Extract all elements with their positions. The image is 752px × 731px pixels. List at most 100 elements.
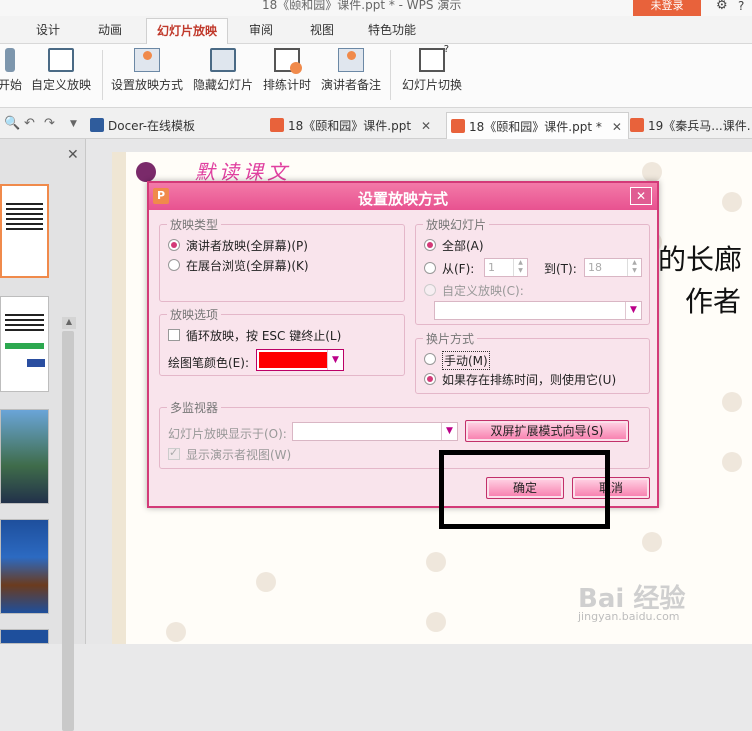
use-timings-label: 如果存在排练时间，则使用它(U): [442, 373, 617, 387]
tab-special-features[interactable]: 特色功能: [368, 21, 416, 38]
hide-slide-button[interactable]: 隐藏幻灯片: [191, 48, 255, 93]
spinner-arrows-icon[interactable]: ▲ ▼: [513, 259, 527, 276]
from-label: 从(F):: [442, 262, 475, 276]
doc-tab-3[interactable]: 19《秦兵马...课件.: [626, 112, 752, 139]
watermark-seal: [256, 572, 276, 592]
slide-thumbnail[interactable]: [0, 629, 49, 644]
pen-color-picker[interactable]: ▼: [256, 349, 344, 371]
gear-icon[interactable]: ⚙: [716, 0, 730, 14]
custom-show-button[interactable]: 自定义放映: [30, 48, 92, 93]
spinner-arrows-icon[interactable]: ▲ ▼: [627, 259, 641, 276]
show-options-group: 放映选项 循环放映，按 ESC 键终止(L) 绘图笔颜色(E): ▼: [159, 306, 405, 376]
school-logo-icon: [136, 162, 156, 182]
doc-tab-label: 18《颐和园》课件.ppt: [288, 119, 412, 133]
scroll-up-icon[interactable]: ▲: [62, 317, 76, 329]
baidu-watermark-url: jingyan.baidu.com: [578, 610, 680, 623]
slide-thumbnail[interactable]: [0, 409, 49, 504]
display-on-select[interactable]: ▼: [292, 422, 458, 441]
hide-slide-label: 隐藏幻灯片: [192, 78, 253, 92]
chevron-down-icon[interactable]: ▼: [327, 350, 343, 370]
rehearse-timings-button[interactable]: 排练计时: [262, 48, 312, 93]
doc-tab-label: 18《颐和园》课件.ppt *: [469, 120, 602, 134]
chevron-down-icon[interactable]: ▼: [625, 302, 641, 319]
scrollbar-thumb[interactable]: [62, 331, 74, 731]
thumbnail-content: [6, 200, 43, 230]
show-slides-group: 放映幻灯片 全部(A) 从(F): 1 ▲ ▼ 到(T): 18 ▲ ▼ 自定义放映…: [415, 216, 650, 325]
ppt-file-icon: [270, 118, 284, 132]
group-title: 换片方式: [423, 330, 478, 347]
annotation-highlight-box: [439, 450, 610, 529]
screen-icon: [48, 48, 74, 72]
redo-icon[interactable]: ↷: [44, 116, 55, 131]
play-icon: [5, 48, 15, 72]
doc-tab-label: Docer-在线模板: [108, 119, 196, 133]
thumbnail-content: [5, 311, 44, 333]
watermark-seal: [722, 452, 742, 472]
setup-show-label: 设置放映方式: [110, 78, 183, 92]
custom-show-select[interactable]: ▼: [434, 301, 642, 320]
to-label: 到(T):: [544, 262, 577, 276]
slide-thumbnail[interactable]: [0, 296, 49, 392]
pen-color-swatch: [259, 352, 327, 368]
all-slides-radio[interactable]: [424, 239, 436, 251]
window-title: 18《颐和园》课件.ppt * - WPS 演示: [262, 0, 462, 12]
close-icon[interactable]: ✕: [67, 147, 79, 163]
close-icon[interactable]: ✕: [630, 187, 652, 205]
presenter-icon: [338, 48, 364, 72]
watermark-seal: [722, 392, 742, 412]
presenter-fullscreen-radio[interactable]: [168, 239, 180, 251]
question-icon[interactable]: ?: [738, 0, 752, 14]
use-timings-radio[interactable]: [424, 373, 436, 385]
ppt-file-icon: [451, 119, 465, 133]
from-slide-input[interactable]: 1 ▲ ▼: [484, 258, 528, 277]
hide-slide-icon: [210, 48, 236, 72]
close-icon[interactable]: ✕: [421, 119, 431, 133]
from-slide-radio[interactable]: [424, 262, 436, 274]
slide-transition-button[interactable]: 幻灯片切换: [401, 44, 463, 93]
speaker-notes-label: 演讲者备注: [320, 78, 381, 92]
display-on-label: 幻灯片放映显示于(O):: [168, 427, 287, 441]
dual-screen-wizard-button[interactable]: 双屏扩展模式向导(S): [465, 420, 629, 442]
show-type-group: 放映类型 演讲者放映(全屏幕)(P) 在展台浏览(全屏幕)(K): [159, 216, 405, 302]
to-slide-input[interactable]: 18 ▲ ▼: [584, 258, 642, 277]
dropdown-icon[interactable]: ▼: [70, 119, 77, 129]
transition-icon: [419, 44, 449, 72]
setup-show-button[interactable]: 设置放映方式: [110, 48, 184, 93]
slide-thumbnail[interactable]: [0, 519, 49, 614]
presenter-fullscreen-label: 演讲者放映(全屏幕)(P): [186, 239, 308, 253]
document-tabs: 🔍 ↶ ↷ ▼ Docer-在线模板 18《颐和园》课件.ppt ✕ 18《颐和园…: [0, 108, 752, 139]
slide-thumbnail[interactable]: [0, 184, 49, 278]
undo-icon[interactable]: ↶: [24, 116, 35, 131]
doc-tab-active[interactable]: 18《颐和园》课件.ppt * ✕: [446, 112, 629, 139]
kiosk-fullscreen-radio[interactable]: [168, 259, 180, 271]
print-preview-icon[interactable]: 🔍: [4, 116, 20, 131]
start-show-button[interactable]: 开始: [0, 48, 22, 93]
tab-view[interactable]: 视图: [310, 21, 334, 38]
chevron-down-icon[interactable]: ▼: [441, 423, 457, 440]
timer-icon: [274, 48, 302, 74]
docer-icon: [90, 118, 104, 132]
login-button[interactable]: 未登录: [633, 0, 701, 16]
tab-animation[interactable]: 动画: [98, 21, 122, 38]
loop-checkbox[interactable]: [168, 329, 180, 341]
manual-advance-radio[interactable]: [424, 353, 436, 365]
custom-show-radio[interactable]: [424, 284, 436, 296]
tab-review[interactable]: 审阅: [249, 21, 273, 38]
speaker-notes-button[interactable]: 演讲者备注: [320, 48, 382, 93]
manual-advance-label: 手动(M): [442, 351, 490, 370]
group-title: 放映选项: [167, 306, 222, 323]
dialog-title: 设置放映方式: [357, 190, 448, 208]
tab-design[interactable]: 设计: [36, 21, 60, 38]
close-icon[interactable]: ✕: [612, 120, 622, 134]
doc-tab-1[interactable]: 18《颐和园》课件.ppt ✕: [266, 112, 437, 139]
loop-label: 循环放映，按 ESC 键终止(L): [186, 329, 342, 343]
watermark-seal: [426, 612, 446, 632]
tab-slideshow[interactable]: 幻灯片放映: [146, 18, 229, 44]
presenter-view-checkbox[interactable]: [168, 446, 180, 460]
menu-tabs: 设计 动画 幻灯片放映 审阅 视图 特色功能: [0, 16, 752, 44]
doc-tab-docer[interactable]: Docer-在线模板: [86, 112, 201, 139]
watermark-seal: [642, 532, 662, 552]
ribbon-divider: [390, 50, 391, 100]
slide-text: 的长廊: [658, 243, 743, 276]
all-slides-label: 全部(A): [442, 239, 484, 253]
